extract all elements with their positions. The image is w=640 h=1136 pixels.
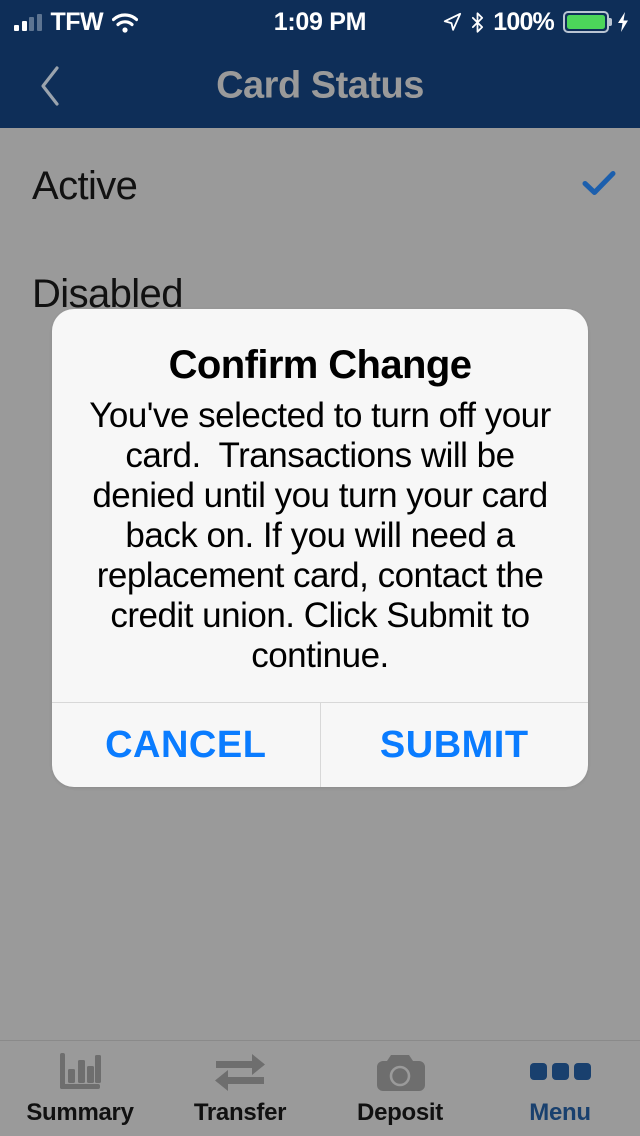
bluetooth-icon bbox=[472, 11, 484, 33]
dialog-actions: CANCEL SUBMIT bbox=[52, 702, 588, 787]
battery-percent-label: 100% bbox=[493, 7, 555, 36]
tab-menu[interactable]: Menu bbox=[480, 1041, 640, 1136]
app-screen: TFW 1:09 PM 100% Card Status Active Disa… bbox=[0, 0, 640, 1136]
tab-label: Transfer bbox=[193, 1098, 287, 1126]
navigation-bar: Card Status bbox=[0, 44, 640, 128]
tab-deposit[interactable]: Deposit bbox=[320, 1041, 480, 1136]
charging-bolt-icon bbox=[618, 12, 628, 32]
tab-label: Summary bbox=[26, 1098, 134, 1126]
three-dots-icon bbox=[529, 1051, 591, 1093]
list-item-active[interactable]: Active bbox=[0, 160, 640, 212]
tab-label: Menu bbox=[529, 1098, 591, 1126]
list-item-label: Active bbox=[32, 163, 138, 208]
dialog-title: Confirm Change bbox=[168, 343, 472, 387]
status-bar-right: 100% bbox=[442, 0, 630, 44]
confirm-change-dialog: Confirm Change You've selected to turn o… bbox=[52, 309, 588, 787]
dialog-message: You've selected to turn off your card. T… bbox=[89, 396, 561, 675]
dialog-body: Confirm Change You've selected to turn o… bbox=[52, 309, 588, 702]
checkmark-icon bbox=[582, 170, 616, 203]
tab-summary[interactable]: Summary bbox=[0, 1041, 160, 1136]
tab-label: Deposit bbox=[357, 1098, 443, 1126]
transfer-arrows-icon bbox=[212, 1051, 268, 1093]
tab-transfer[interactable]: Transfer bbox=[160, 1041, 320, 1136]
battery-icon bbox=[563, 11, 609, 33]
status-bar: TFW 1:09 PM 100% bbox=[0, 0, 640, 44]
page-title: Card Status bbox=[216, 64, 424, 107]
tab-bar: Summary Transfer Deposit Menu bbox=[0, 1040, 640, 1136]
bar-chart-icon bbox=[56, 1051, 104, 1093]
submit-button[interactable]: SUBMIT bbox=[319, 703, 589, 787]
cancel-button[interactable]: CANCEL bbox=[52, 703, 320, 787]
camera-icon bbox=[374, 1051, 426, 1093]
location-arrow-icon bbox=[444, 12, 462, 31]
